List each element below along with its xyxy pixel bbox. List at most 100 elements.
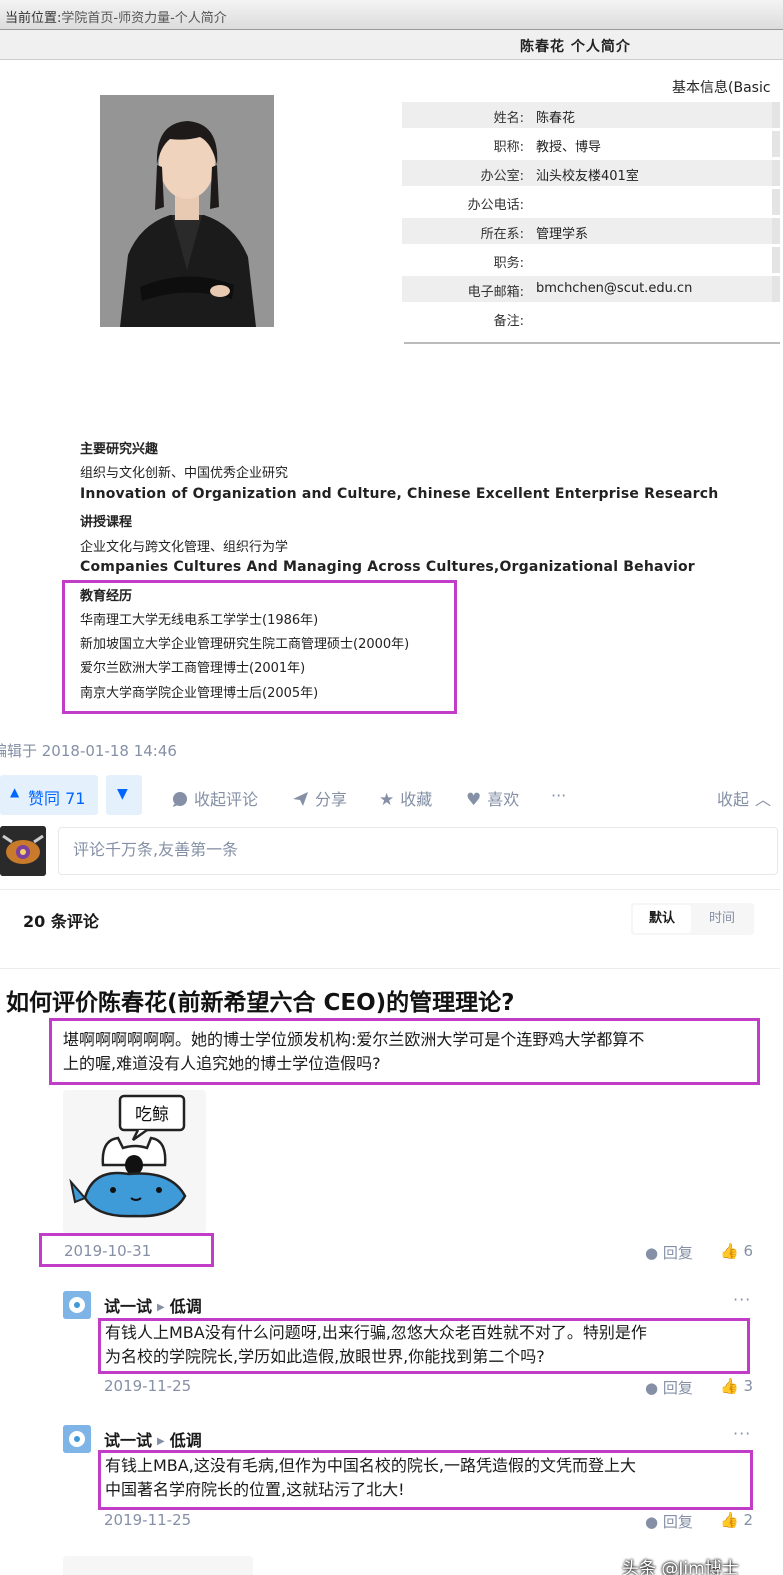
like-button[interactable]: ♥ 喜欢 <box>466 786 519 810</box>
star-icon: ★ <box>379 790 395 810</box>
info-key: 职务: <box>493 256 524 271</box>
chevron-up-icon: ︿ <box>755 790 772 809</box>
info-key: 职称: <box>493 140 524 155</box>
comment-author-line: 试一试 ▶ 低调 <box>104 1293 202 1317</box>
avatar[interactable] <box>63 1425 91 1453</box>
courses-heading: 讲授课程 <box>80 515 133 530</box>
comment-input[interactable] <box>73 840 673 859</box>
research-zh: 组织与文化创新、中国优秀企业研究 <box>80 466 289 481</box>
basic-info-label: 基本信息(Basic <box>672 80 771 96</box>
comment-text-line: 有钱人上MBA没有什么问题呀,出来行骗,忽悠大众老百姓就不对了。特别是作 <box>105 1323 647 1342</box>
courses-zh: 企业文化与跨文化管理、组织行为学 <box>80 540 289 555</box>
author-name[interactable]: 试一试 <box>104 1297 152 1316</box>
comment-text-line: 有钱上MBA,这没有毛病,但作为中国名校的院长,一路凭造假的文凭而登上大 <box>105 1456 636 1475</box>
info-edge <box>772 218 780 244</box>
education-item: 华南理工大学无线电系工学学士(1986年) <box>80 613 319 628</box>
sticker-image[interactable]: 吃鲸 <box>63 1090 206 1233</box>
edited-time: 编辑于 2018-01-18 14:46 <box>0 742 177 760</box>
reply-button[interactable]: ● 回复 <box>645 1377 693 1398</box>
comment-text: 有钱人上MBA没有什么问题呀,出来行骗,忽悠大众老百姓就不对了。特别是作 为名校… <box>105 1321 747 1369</box>
breadcrumb-path[interactable]: 学院首页-师资力量-个人简介 <box>61 11 226 26</box>
like-count-button[interactable]: 👍 2 <box>720 1511 753 1529</box>
like-label: 喜欢 <box>487 790 520 809</box>
page-title: 陈春花 个人简介 <box>520 39 631 55</box>
collapse-label: 收起 <box>717 790 750 809</box>
info-row-phone: 办公电话: <box>402 189 772 215</box>
comment-icon: ● <box>645 1244 659 1262</box>
like-count: 6 <box>743 1242 754 1260</box>
favorite-label: 收藏 <box>400 790 433 809</box>
like-count-button[interactable]: 👍 3 <box>720 1377 753 1395</box>
info-row-office: 办公室: 汕头校友楼401室 <box>402 160 772 186</box>
more-button[interactable]: ··· <box>551 786 566 805</box>
reply-to-name[interactable]: 低调 <box>170 1297 202 1316</box>
question-title[interactable]: 如何评价陈春花(前新希望六合 CEO)的管理理论? <box>6 983 515 1017</box>
title-bar: 陈春花 个人简介 <box>0 30 783 60</box>
info-row-department: 所在系: 管理学系 <box>402 218 772 244</box>
like-count: 2 <box>743 1511 754 1529</box>
breadcrumb-bar: 当前位置:学院首页-师资力量-个人简介 <box>0 0 783 30</box>
info-edge <box>772 189 780 215</box>
comment-text-line: 为名校的学院院长,学历如此造假,放眼世界,你能找到第二个吗? <box>105 1347 545 1366</box>
sort-default-button[interactable]: 默认 <box>633 905 691 933</box>
comment-text-line: 堪啊啊啊啊啊啊。她的博士学位颁发机构:爱尔兰欧洲大学可是个连野鸡大学都算不 <box>63 1030 645 1049</box>
triangle-up-icon: ▲ <box>10 785 20 799</box>
info-edge <box>772 131 780 157</box>
info-value: 教授、博导 <box>536 140 602 155</box>
info-value[interactable]: bmchchen@scut.edu.cn <box>536 281 692 296</box>
info-key: 电子邮箱: <box>467 285 524 300</box>
comment-icon <box>172 790 188 809</box>
collapse-button[interactable]: 收起 ︿ <box>717 786 771 810</box>
info-edge <box>772 160 780 186</box>
favorite-button[interactable]: ★ 收藏 <box>379 786 432 810</box>
collapse-comments-button[interactable]: 收起评论 <box>172 786 258 810</box>
reply-arrow-icon: ▶ <box>157 1302 165 1313</box>
like-count-button[interactable]: 👍 6 <box>720 1242 753 1260</box>
thumbs-up-icon: 👍 <box>720 1242 739 1260</box>
like-count: 3 <box>743 1377 754 1395</box>
comment-author-line: 试一试 ▶ 低调 <box>104 1427 202 1451</box>
info-key: 所在系: <box>480 227 524 242</box>
comment-icon: ● <box>645 1379 659 1397</box>
thumbs-up-icon: 👍 <box>720 1511 739 1529</box>
vote-up-button[interactable]: ▲ 赞同 71 <box>0 775 98 815</box>
reply-label: 回复 <box>662 1513 693 1531</box>
comment-date: 2019-10-31 <box>64 1242 152 1260</box>
thumbs-up-icon: 👍 <box>720 1377 739 1395</box>
info-key: 办公电话: <box>467 198 524 213</box>
collapse-comments-label: 收起评论 <box>194 790 259 809</box>
divider <box>0 968 780 969</box>
info-key: 姓名: <box>493 111 524 126</box>
avatar[interactable] <box>63 1291 91 1319</box>
share-button[interactable]: 分享 <box>292 786 347 810</box>
comment-icon: ● <box>645 1513 659 1531</box>
share-icon <box>292 790 309 809</box>
reply-label: 回复 <box>662 1379 693 1397</box>
heart-icon: ♥ <box>466 790 482 810</box>
more-options-icon[interactable]: ··· <box>733 1424 751 1443</box>
info-edge <box>772 247 780 273</box>
courses-en: Companies Cultures And Managing Across C… <box>80 559 695 575</box>
reply-button[interactable]: ● 回复 <box>645 1242 693 1263</box>
vote-down-button[interactable]: ▼ <box>106 775 142 815</box>
avatar <box>0 826 46 876</box>
next-sticker-partial <box>63 1556 253 1575</box>
research-heading: 主要研究兴趣 <box>80 442 159 457</box>
more-options-icon[interactable]: ··· <box>733 1290 751 1309</box>
profile-photo <box>100 95 274 327</box>
share-label: 分享 <box>315 790 348 809</box>
comment-input-box[interactable] <box>58 827 778 875</box>
comment-text: 堪啊啊啊啊啊啊。她的博士学位颁发机构:爱尔兰欧洲大学可是个连野鸡大学都算不 上的… <box>63 1028 755 1076</box>
reply-label: 回复 <box>662 1244 693 1262</box>
info-edge <box>772 276 780 302</box>
author-name[interactable]: 试一试 <box>104 1431 152 1450</box>
info-value: 汕头校友楼401室 <box>536 169 639 184</box>
info-row-notes: 备注: <box>402 305 772 331</box>
reply-to-name[interactable]: 低调 <box>170 1431 202 1450</box>
vote-label: 赞同 71 <box>28 789 86 808</box>
sort-time-button[interactable]: 时间 <box>693 905 751 933</box>
triangle-down-icon: ▼ <box>117 786 128 802</box>
reply-button[interactable]: ● 回复 <box>645 1511 693 1532</box>
comment-date: 2019-11-25 <box>104 1377 192 1395</box>
info-edge <box>772 102 780 128</box>
